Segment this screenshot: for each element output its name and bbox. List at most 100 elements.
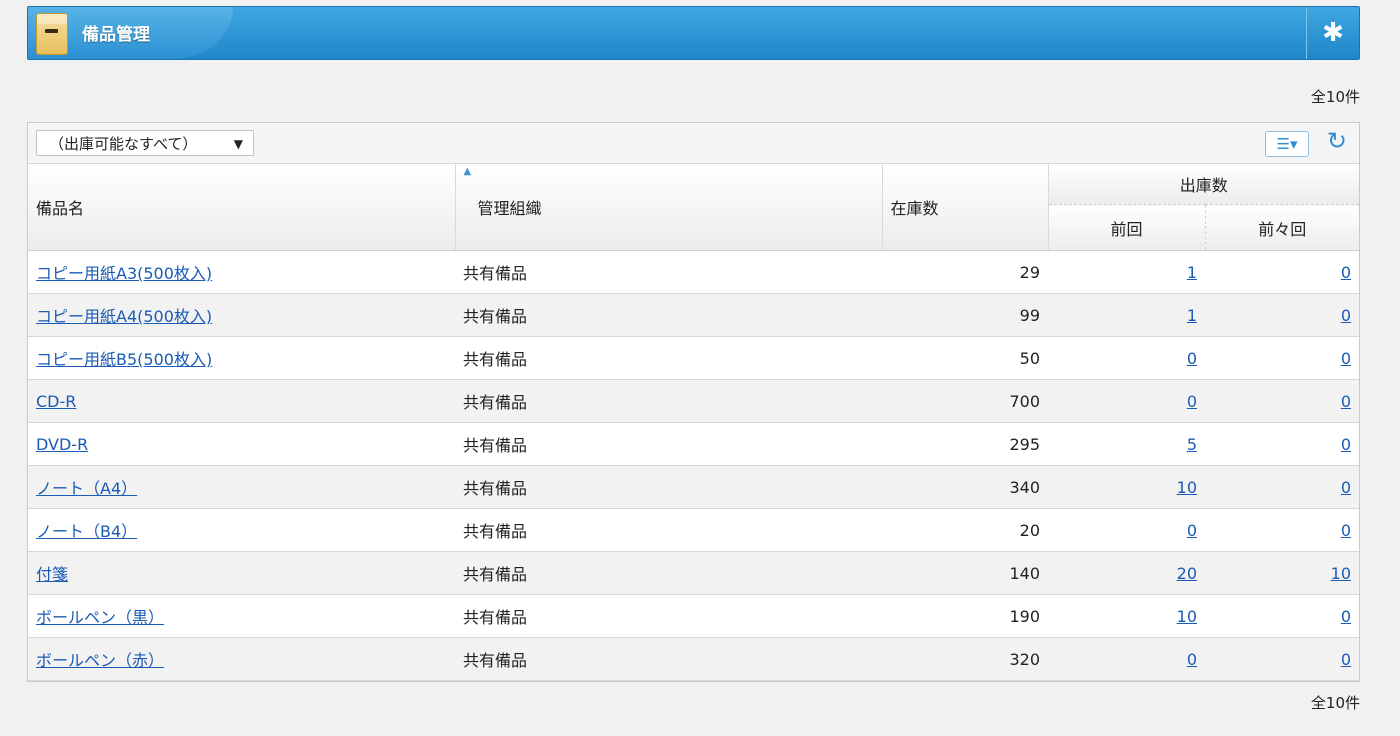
item-prev2-link[interactable]: 0 <box>1341 521 1351 540</box>
item-name-cell: CD-R <box>28 379 455 423</box>
page-title: 備品管理 <box>82 25 150 45</box>
item-prev2-link[interactable]: 10 <box>1331 564 1351 583</box>
item-name-link[interactable]: ノート（B4） <box>36 522 137 541</box>
item-prev2-cell: 0 <box>1205 336 1360 380</box>
table-row: コピー用紙A4(500枚入) 共有備品 99 1 0 <box>28 293 1360 337</box>
table-row: CD-R 共有備品 700 0 0 <box>28 379 1360 423</box>
item-stock-cell: 140 <box>882 551 1048 595</box>
item-stock-cell: 340 <box>882 465 1048 509</box>
item-org-cell: 共有備品 <box>455 422 882 466</box>
item-prev2-link[interactable]: 0 <box>1341 306 1351 325</box>
view-menu-button[interactable]: ☰▾ <box>1265 131 1309 157</box>
item-prev-link[interactable]: 5 <box>1187 435 1197 454</box>
item-prev2-cell: 0 <box>1205 293 1360 337</box>
item-name-link[interactable]: 付箋 <box>36 565 68 584</box>
table-row: DVD-R 共有備品 295 5 0 <box>28 422 1360 466</box>
filter-select[interactable]: （出庫可能なすべて） ▼ <box>36 130 254 156</box>
item-stock-cell: 190 <box>882 594 1048 638</box>
item-name-cell: コピー用紙A4(500枚入) <box>28 293 455 337</box>
item-name-cell: 付箋 <box>28 551 455 595</box>
item-prev2-link[interactable]: 0 <box>1341 650 1351 669</box>
refresh-icon: ↻ <box>1326 127 1347 155</box>
total-count-top: 全10件 <box>1310 88 1360 106</box>
item-prev2-cell: 0 <box>1205 379 1360 423</box>
table-row: ボールペン（黒） 共有備品 190 10 0 <box>28 594 1360 638</box>
item-name-link[interactable]: ノート（A4） <box>36 479 137 498</box>
item-prev2-cell: 0 <box>1205 637 1360 681</box>
item-prev2-cell: 0 <box>1205 465 1360 509</box>
app-container: 備品管理 ✱ 全10件 （出庫可能なすべて） ▼ ☰▾ ↻ 備品名 ▲ 管理組織… <box>27 6 1360 713</box>
items-table-body: コピー用紙A3(500枚入) 共有備品 29 1 0 コピー用紙A4(500枚入) 共有備品… <box>28 250 1360 681</box>
item-org-cell: 共有備品 <box>455 551 882 595</box>
item-name-link[interactable]: CD-R <box>36 392 76 411</box>
item-prev-cell: 10 <box>1048 465 1205 509</box>
item-org-cell: 共有備品 <box>455 293 882 337</box>
item-org-cell: 共有備品 <box>455 508 882 552</box>
item-prev2-link[interactable]: 0 <box>1341 435 1351 454</box>
item-prev-cell: 20 <box>1048 551 1205 595</box>
item-name-link[interactable]: DVD-R <box>36 435 88 454</box>
item-name-cell: コピー用紙B5(500枚入) <box>28 336 455 380</box>
item-stock-cell: 50 <box>882 336 1048 380</box>
table-row: コピー用紙A3(500枚入) 共有備品 29 1 0 <box>28 250 1360 294</box>
item-prev2-link[interactable]: 0 <box>1341 607 1351 626</box>
column-header-stock[interactable]: 在庫数 <box>882 164 1049 251</box>
item-prev2-cell: 0 <box>1205 508 1360 552</box>
item-org-cell: 共有備品 <box>455 465 882 509</box>
item-stock-cell: 99 <box>882 293 1048 337</box>
item-org-cell: 共有備品 <box>455 637 882 681</box>
item-name-cell: ノート（A4） <box>28 465 455 509</box>
item-name-link[interactable]: コピー用紙B5(500枚入) <box>36 350 212 369</box>
item-name-cell: ノート（B4） <box>28 508 455 552</box>
column-header-org-label: 管理組織 <box>477 199 542 218</box>
table-row: ボールペン（赤） 共有備品 320 0 0 <box>28 637 1360 681</box>
app-header: 備品管理 ✱ <box>27 6 1360 60</box>
filter-select-value: （出庫可能なすべて） <box>49 135 198 153</box>
item-prev-cell: 1 <box>1048 250 1205 294</box>
item-prev2-link[interactable]: 0 <box>1341 349 1351 368</box>
item-name-cell: DVD-R <box>28 422 455 466</box>
item-stock-cell: 320 <box>882 637 1048 681</box>
item-prev-link[interactable]: 10 <box>1177 478 1197 497</box>
item-prev-link[interactable]: 0 <box>1187 521 1197 540</box>
item-prev2-cell: 0 <box>1205 422 1360 466</box>
item-stock-cell: 295 <box>882 422 1048 466</box>
item-prev-cell: 0 <box>1048 336 1205 380</box>
item-prev2-cell: 0 <box>1205 250 1360 294</box>
item-prev2-link[interactable]: 0 <box>1341 392 1351 411</box>
item-prev-link[interactable]: 0 <box>1187 650 1197 669</box>
item-prev2-link[interactable]: 0 <box>1341 478 1351 497</box>
settings-button[interactable]: ✱ <box>1306 7 1359 59</box>
list-menu-icon: ☰▾ <box>1276 135 1298 153</box>
column-header-shipped: 出庫数 <box>1048 164 1360 205</box>
item-name-link[interactable]: ボールペン（黒） <box>36 608 164 627</box>
reload-button[interactable]: ↻ <box>1327 127 1347 155</box>
item-name-link[interactable]: コピー用紙A4(500枚入) <box>36 307 212 326</box>
list-toolbar: （出庫可能なすべて） ▼ ☰▾ ↻ <box>28 123 1359 164</box>
column-header-prev[interactable]: 前回 <box>1048 204 1206 251</box>
items-table: 備品名 ▲ 管理組織 在庫数 出庫数 前回 前々回 コピー用紙A3(500枚入)… <box>28 164 1360 681</box>
item-prev2-cell: 0 <box>1205 594 1360 638</box>
item-prev-link[interactable]: 1 <box>1187 263 1197 282</box>
item-prev2-link[interactable]: 0 <box>1341 263 1351 282</box>
item-org-cell: 共有備品 <box>455 594 882 638</box>
item-prev-link[interactable]: 0 <box>1187 349 1197 368</box>
item-stock-cell: 29 <box>882 250 1048 294</box>
item-prev-cell: 0 <box>1048 508 1205 552</box>
item-prev-cell: 10 <box>1048 594 1205 638</box>
item-prev-link[interactable]: 10 <box>1177 607 1197 626</box>
item-name-cell: コピー用紙A3(500枚入) <box>28 250 455 294</box>
item-prev-link[interactable]: 1 <box>1187 306 1197 325</box>
table-row: コピー用紙B5(500枚入) 共有備品 50 0 0 <box>28 336 1360 380</box>
item-name-link[interactable]: ボールペン（赤） <box>36 651 164 670</box>
items-panel: （出庫可能なすべて） ▼ ☰▾ ↻ 備品名 ▲ 管理組織 在庫数 出庫数 前回 … <box>27 122 1360 682</box>
item-prev-link[interactable]: 20 <box>1177 564 1197 583</box>
item-name-link[interactable]: コピー用紙A3(500枚入) <box>36 264 212 283</box>
item-prev-link[interactable]: 0 <box>1187 392 1197 411</box>
item-org-cell: 共有備品 <box>455 250 882 294</box>
item-stock-cell: 700 <box>882 379 1048 423</box>
item-prev-cell: 0 <box>1048 637 1205 681</box>
column-header-name[interactable]: 備品名 <box>28 164 456 251</box>
column-header-org[interactable]: ▲ 管理組織 <box>455 164 883 251</box>
column-header-prev2[interactable]: 前々回 <box>1205 204 1360 251</box>
